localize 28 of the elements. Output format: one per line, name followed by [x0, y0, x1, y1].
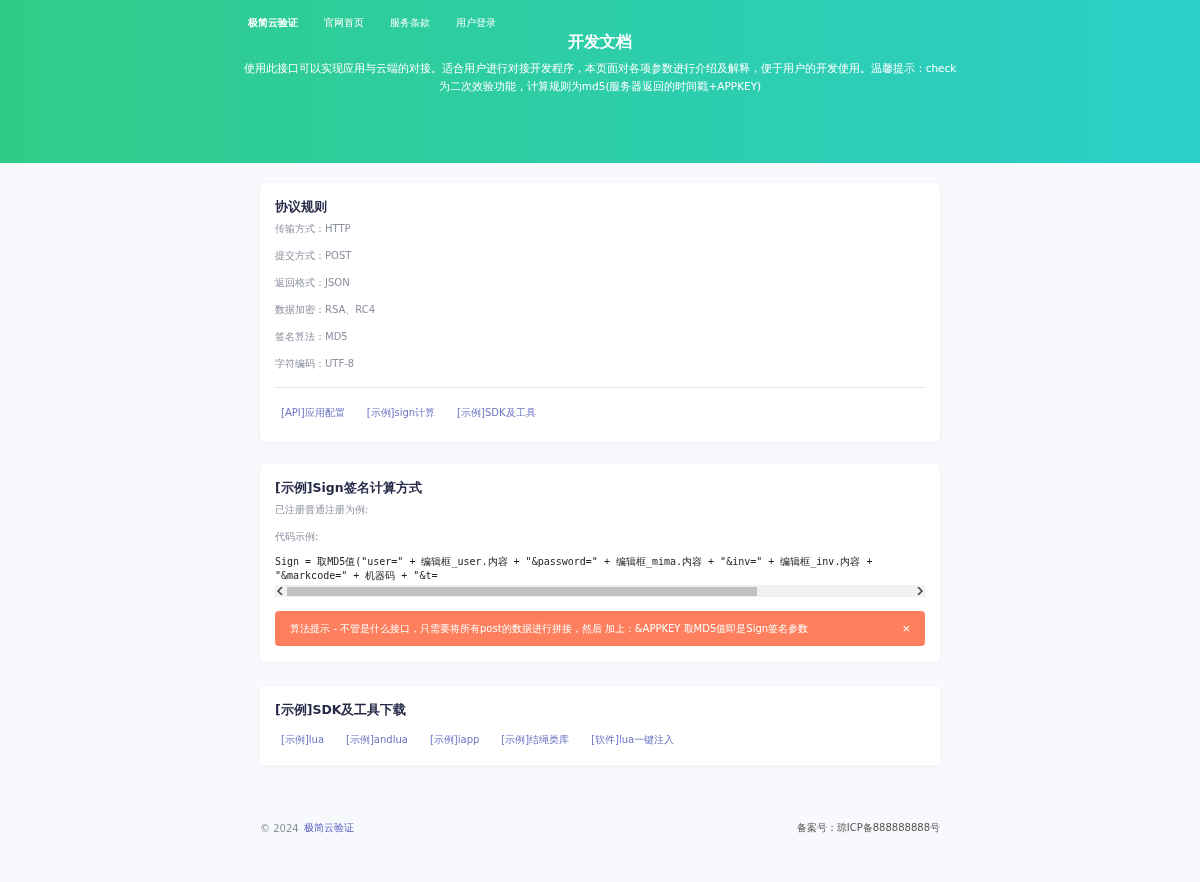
close-button[interactable]: ×: [902, 621, 910, 636]
icp-text: 备案号：琼ICP备888888888号: [796, 821, 940, 835]
horizontal-scrollbar[interactable]: [275, 585, 925, 597]
rule-text: 字符编码：UTF-8: [275, 357, 356, 371]
intro-text: 已注册普通注册为例:: [275, 503, 370, 517]
doc-link[interactable]: [API]应用配置: [281, 406, 345, 420]
rule-text: 返回格式：JSON: [275, 276, 351, 290]
card-title: 协议规则: [275, 199, 328, 216]
page-description: 使用此接口可以实现应用与云端的对接。适合用户进行对接开发程序，本页面对各项参数进行介绍及解释，便于用户的开发使用。温馨提示：check为二次效验功能，计算规则为md5(服务器返回的时间戳+APPKEY): [242, 61, 958, 94]
doc-link[interactable]: [示例]SDK及工具: [457, 406, 536, 420]
card-title: [示例]SDK及工具下载: [275, 702, 408, 719]
rule-text: 数据加密：RSA、RC4: [275, 303, 377, 317]
download-link[interactable]: [示例]结绳类库: [501, 733, 570, 747]
code-text: Sign = 取MD5值("user=" + 编辑框_user.内容 + "&password=" + 编辑框_mima.内容 + "&inv=" + 编辑框_inv.内容 + "&markcode=" + 机器码 + "&t=: [275, 555, 874, 583]
code-label: 代码示例:: [275, 530, 320, 544]
rule-text: 传输方式：HTTP: [275, 222, 352, 236]
card-title: [示例]Sign签名计算方式: [275, 480, 423, 497]
page-title: 开发文档: [567, 31, 633, 53]
rule-text: 提交方式：POST: [275, 249, 353, 263]
copyright-text: © 2024: [260, 822, 299, 834]
download-link[interactable]: [示例]iapp: [429, 733, 480, 747]
footer-brand-link[interactable]: 极简云验证: [303, 821, 354, 835]
alert-text: 算法提示 - 不管是什么接口，只需要将所有post的数据进行拼接，然后 加上：&APPKEY 取MD5值即是Sign签名参数: [290, 621, 809, 636]
rule-text: 签名算法：MD5: [275, 330, 349, 344]
download-link[interactable]: [示例]andlua: [346, 733, 408, 747]
doc-link[interactable]: [示例]sign计算: [366, 406, 436, 420]
download-link[interactable]: [示例]lua: [281, 733, 325, 747]
download-link[interactable]: [软件]lua一键注入: [591, 733, 675, 747]
